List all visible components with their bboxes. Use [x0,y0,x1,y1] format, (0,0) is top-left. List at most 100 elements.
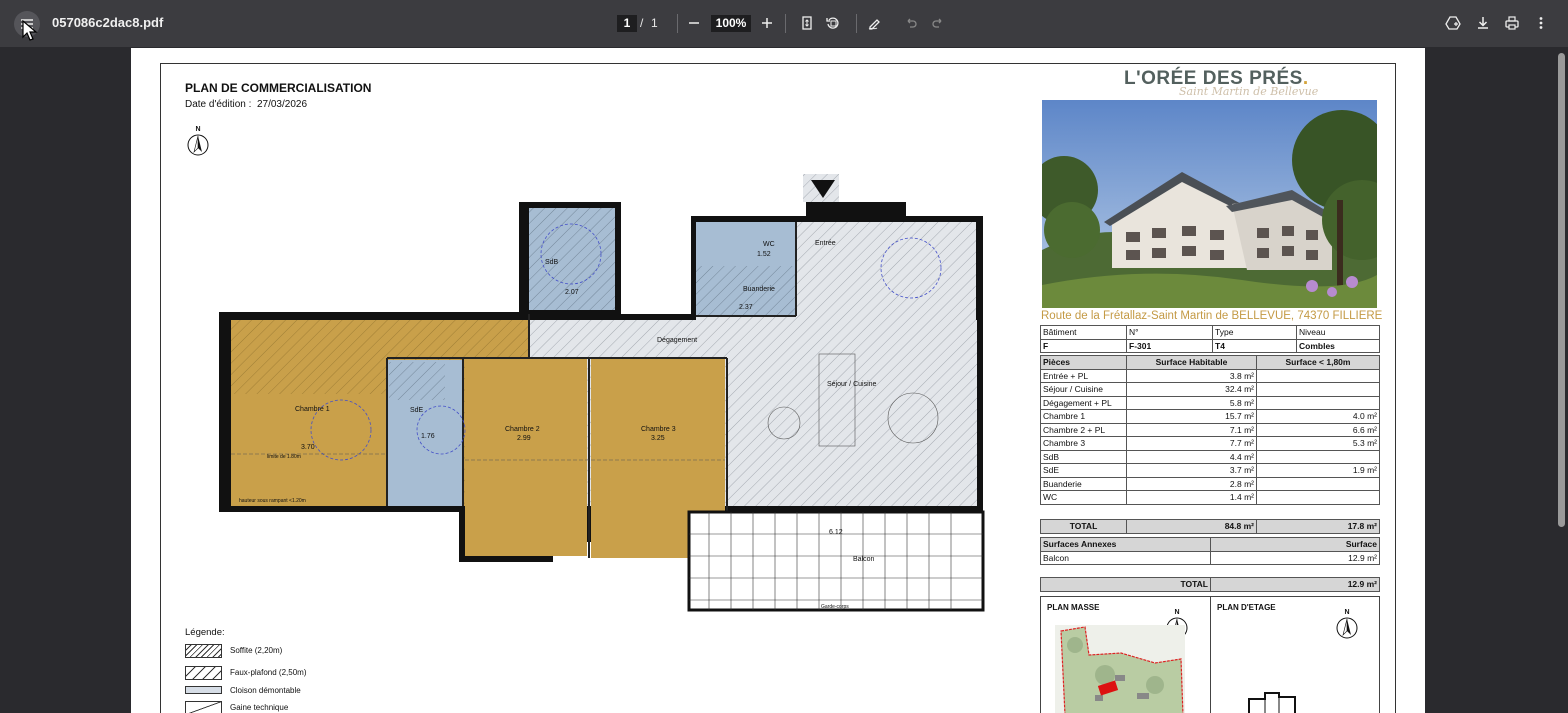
room-area-sdb: 2.07 [565,289,579,296]
rooms-table: Pièces Surface Habitable Surface < 1,80m… [1040,355,1380,505]
rooms-cell-surface: 5.8 m² [1126,395,1257,410]
rooms-row: Chambre 2 + PL 7.1 m² 6.6 m² [1040,422,1380,437]
lot-table: Bâtiment N° Type Niveau F F-301 T4 Combl… [1040,325,1380,353]
legend-swatch [185,644,222,658]
guardrail-label: Garde-corps [821,604,849,610]
rooms-cell-surface: 4.4 m² [1126,449,1257,464]
save-to-drive-button[interactable] [1441,11,1465,35]
rooms-header-low: Surface < 1,80m [1256,355,1380,370]
room-label-balcon: Balcon [853,556,875,563]
legend-swatch [185,686,222,694]
rooms-cell-name: Chambre 3 [1040,436,1127,451]
site-map [1055,625,1185,713]
redo-button[interactable] [926,11,950,35]
north-label: N [1174,609,1180,616]
rooms-header-surface: Surface Habitable [1126,355,1257,370]
rooms-cell-name: Dégagement + PL [1040,395,1127,410]
scrollbar-thumb[interactable] [1558,53,1565,527]
floor-plan: Chambre 1 3.70 SdE 1.76 Chambre 2 2.99 C… [219,174,985,612]
rooms-row: SdB 4.4 m² [1040,449,1380,464]
rooms-header-pieces: Pièces [1040,355,1127,370]
lot-header-type: Type [1212,325,1297,340]
wc [696,222,796,266]
download-button[interactable] [1471,11,1495,35]
rotate-button[interactable] [821,11,845,35]
zoom-in-button[interactable] [755,11,779,35]
rooms-cell-name: Entrée + PL [1040,368,1127,383]
rooms-cell-surface: 15.7 m² [1126,409,1257,424]
rooms-cell-low: 5.3 m² [1256,436,1380,451]
toolbar-divider [785,14,786,33]
drive-icon [1445,16,1461,30]
rooms-cell-low [1256,382,1380,397]
document-title: 057086c2dac8.pdf [52,15,164,30]
rooms-cell-surface: 7.7 m² [1126,436,1257,451]
floor-mini-map [1248,692,1296,713]
lot-value-numero: F-301 [1126,338,1213,353]
fit-page-button[interactable] [795,11,819,35]
print-icon [1505,16,1519,30]
rooms-cell-surface: 2.8 m² [1126,476,1257,491]
room-label-chambre2: Chambre 2 [505,426,540,433]
annexes-header-left: Surfaces Annexes [1040,537,1211,552]
legend-swatch [185,666,222,680]
rooms-cell-low [1256,368,1380,383]
zoom-input[interactable]: 100% [711,15,751,32]
legend-label: Gaine technique [230,703,289,712]
rooms-cell-low: 6.6 m² [1256,422,1380,437]
room-label-entree: Entrée [815,240,836,247]
annex-surface: 12.9 m² [1210,550,1380,565]
annexes-total-value: 12.9 m² [1210,577,1380,592]
rooms-total-table: TOTAL 84.8 m² 17.8 m² [1040,519,1380,534]
plan-masse-box: PLAN MASSE N [1040,596,1211,713]
room-label-wc: WC [763,241,775,248]
undo-icon [907,18,917,28]
balcony [687,510,985,612]
toolbar-divider [856,14,857,33]
room-label-chambre1: Chambre 1 [295,406,330,413]
plus-icon [762,18,772,28]
print-button[interactable] [1500,11,1524,35]
room-label-sdb: SdB [545,259,559,266]
legend-label: Cloison démontable [230,686,301,695]
redo-icon [932,18,942,28]
rooms-cell-low [1256,476,1380,491]
page-separator: / [640,16,644,30]
undo-button[interactable] [899,11,923,35]
plan-etage-label: PLAN D'ETAGE [1217,603,1276,612]
pen-icon [868,19,880,30]
lot-header-numero: N° [1126,325,1213,340]
rooms-row: Chambre 3 7.7 m² 5.3 m² [1040,436,1380,451]
annotate-button[interactable] [863,11,887,35]
room-area-wc: 1.52 [757,251,771,258]
rooms-row: Dégagement + PL 5.8 m² [1040,395,1380,410]
room-area-chambre1: 3.70 [301,444,315,451]
lot-header-niveau: Niveau [1296,325,1380,340]
legend-label: Soffite (2,20m) [230,646,283,655]
mouse-cursor-icon [22,20,38,41]
edition-date: Date d'édition : 27/03/2026 [185,99,307,110]
rooms-row: Chambre 1 15.7 m² 4.0 m² [1040,409,1380,424]
room-label-buanderie: Buanderie [743,286,775,293]
bedroom-2 [465,358,587,556]
lot-header-batiment: Bâtiment [1040,325,1127,340]
north-label: N [1344,609,1350,616]
rooms-cell-surface: 3.7 m² [1126,463,1257,478]
rooms-cell-name: Séjour / Cuisine [1040,382,1127,397]
rooms-row: SdE 3.7 m² 1.9 m² [1040,463,1380,478]
more-options-button[interactable] [1529,11,1553,35]
rooms-cell-low [1256,490,1380,505]
lot-value-type: T4 [1212,338,1297,353]
limit-note: limite de 1.80m [267,454,301,460]
annexes-total-label: TOTAL [1040,577,1211,592]
zoom-out-button[interactable] [682,11,706,35]
room-area-sde: 1.76 [421,433,435,440]
page-number-input[interactable]: 1 [617,15,637,32]
rooms-cell-name: Chambre 2 + PL [1040,422,1127,437]
pdf-toolbar: 057086c2dac8.pdf 1 / 1 100% [0,0,1568,47]
download-icon [1478,17,1488,29]
rooms-row: Buanderie 2.8 m² [1040,476,1380,491]
rooms-cell-name: WC [1040,490,1127,505]
vertical-scrollbar[interactable] [1555,47,1568,713]
brand-script: Saint Martin de Bellevue [1179,85,1319,98]
